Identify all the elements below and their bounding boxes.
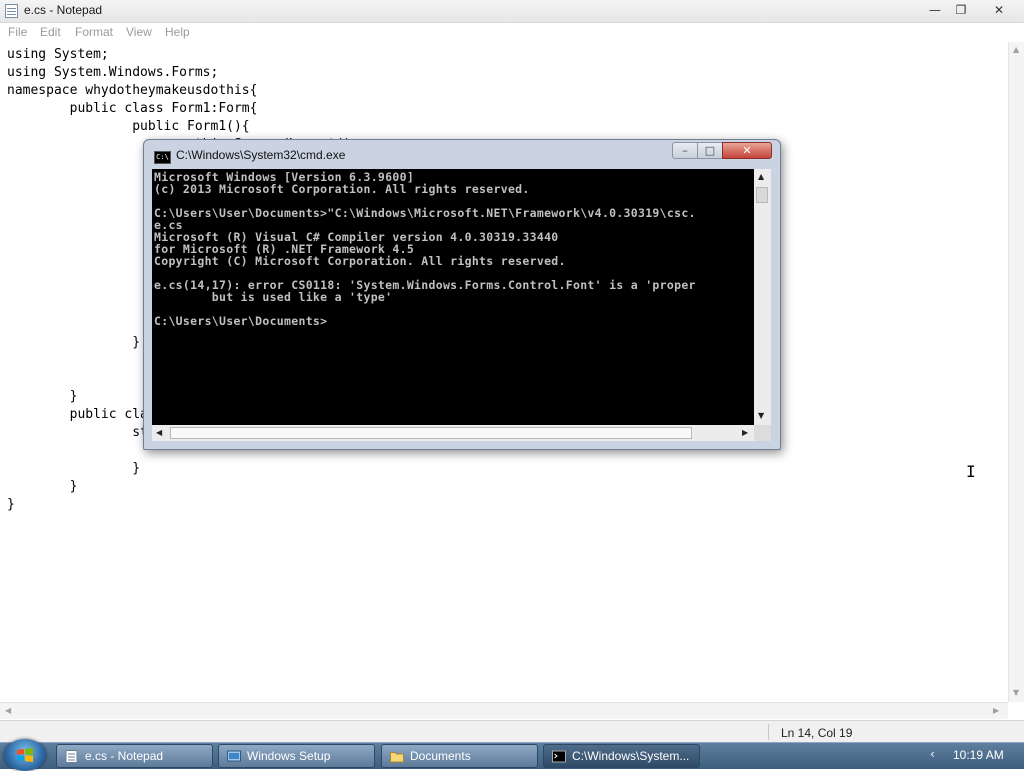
taskbar-item-label: Documents — [410, 749, 471, 763]
cmd-vscroll-thumb[interactable] — [756, 187, 768, 203]
status-bar: Ln 14, Col 19 — [0, 720, 1024, 743]
maximize-button[interactable]: ❐ — [950, 0, 972, 20]
scroll-up-icon[interactable]: ▲ — [1013, 45, 1019, 55]
notepad-titlebar[interactable]: e.cs - Notepad — ❐ ✕ — [0, 0, 1024, 23]
menu-help[interactable]: Help — [165, 25, 190, 39]
menu-file[interactable]: File — [8, 25, 27, 39]
scroll-down-icon[interactable]: ▼ — [1013, 688, 1019, 698]
minimize-button[interactable]: — — [924, 0, 946, 20]
cmd-title: C:\Windows\System32\cmd.exe — [176, 148, 346, 162]
notepad-icon — [65, 750, 78, 763]
menu-bar: File Edit Format View Help — [0, 23, 1024, 42]
menu-edit[interactable]: Edit — [40, 25, 61, 39]
console-text: Microsoft Windows [Version 6.3.9600] (c)… — [154, 170, 696, 328]
clock[interactable]: 10:19 AM — [953, 748, 1004, 762]
cmd-window[interactable]: C:\ C:\Windows\System32\cmd.exe – □ ✕ Mi… — [143, 139, 781, 450]
text-cursor-icon: I — [966, 462, 976, 481]
cmd-scroll-up-icon[interactable]: ▲ — [758, 172, 764, 182]
menu-format[interactable]: Format — [75, 25, 113, 39]
cmd-hscroll-thumb[interactable] — [170, 427, 692, 439]
folder-icon — [390, 752, 404, 763]
cmd-maximize-button[interactable]: □ — [697, 142, 723, 159]
taskbar-item-label: Windows Setup — [247, 749, 331, 763]
cmd-icon: C:\ — [154, 151, 171, 164]
cmd-icon — [552, 750, 566, 763]
taskbar: e.cs - Notepad Windows Setup Documents C… — [0, 739, 1024, 771]
cmd-resize-corner[interactable] — [754, 425, 771, 441]
menu-view[interactable]: View — [126, 25, 152, 39]
cmd-vertical-scrollbar[interactable]: ▲ ▼ — [754, 169, 771, 425]
scroll-right-icon[interactable]: ▶ — [993, 706, 999, 716]
notepad-icon — [5, 4, 18, 18]
cmd-horizontal-scrollbar[interactable]: ◀ ▶ — [152, 425, 754, 441]
window-title: e.cs - Notepad — [24, 3, 103, 17]
scroll-left-icon[interactable]: ◀ — [5, 706, 11, 716]
start-button[interactable] — [4, 739, 46, 771]
cmd-scroll-down-icon[interactable]: ▼ — [758, 411, 764, 421]
cmd-close-button[interactable]: ✕ — [722, 142, 772, 159]
taskbar-item-label: C:\Windows\System... — [572, 749, 690, 763]
taskbar-item-windows-setup[interactable]: Windows Setup — [218, 744, 375, 768]
console-output[interactable]: Microsoft Windows [Version 6.3.9600] (c)… — [152, 169, 754, 425]
taskbar-item-notepad[interactable]: e.cs - Notepad — [56, 744, 213, 768]
taskbar-item-documents[interactable]: Documents — [381, 744, 538, 768]
cmd-minimize-button[interactable]: – — [672, 142, 698, 159]
vertical-scrollbar[interactable]: ▲ ▼ — [1008, 42, 1024, 702]
horizontal-scrollbar[interactable]: ◀ ▶ — [0, 702, 1008, 719]
cmd-scroll-right-icon[interactable]: ▶ — [742, 428, 748, 438]
setup-icon — [227, 750, 241, 762]
cmd-scroll-left-icon[interactable]: ◀ — [156, 428, 162, 438]
cursor-position: Ln 14, Col 19 — [781, 726, 853, 740]
status-divider — [768, 724, 769, 740]
show-hidden-icons-icon[interactable]: ‹ — [930, 747, 935, 761]
taskbar-item-cmd[interactable]: C:\Windows\System... — [543, 744, 700, 768]
windows-logo-icon — [17, 748, 33, 762]
taskbar-item-label: e.cs - Notepad — [85, 749, 164, 763]
cmd-titlebar[interactable]: C:\ C:\Windows\System32\cmd.exe – □ ✕ — [144, 140, 780, 168]
close-button[interactable]: ✕ — [976, 0, 1022, 20]
